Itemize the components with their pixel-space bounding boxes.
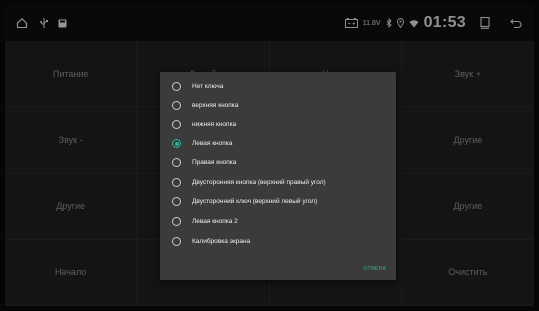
option-label: верхняя кнопка bbox=[192, 102, 239, 109]
key-select-dialog: Нет ключа верхняя кнопка нижняя кнопка Л… bbox=[160, 72, 396, 280]
option-label: нижняя кнопка bbox=[192, 121, 237, 128]
option-screen-calibration[interactable]: Калибровка экрана bbox=[160, 232, 396, 251]
radio-icon[interactable] bbox=[172, 237, 181, 246]
option-bottom-button[interactable]: нижняя кнопка bbox=[160, 115, 396, 134]
option-label: Двусторонняя кнопка (верхний правый угол… bbox=[192, 179, 326, 186]
radio-icon[interactable] bbox=[172, 217, 181, 226]
radio-icon[interactable] bbox=[172, 197, 181, 206]
cancel-button[interactable]: ОТМЕНА bbox=[361, 264, 388, 274]
option-top-button[interactable]: верхняя кнопка bbox=[160, 96, 396, 115]
radio-icon[interactable] bbox=[172, 82, 181, 91]
option-no-key[interactable]: Нет ключа bbox=[160, 77, 396, 96]
option-label: Двусторонний ключ (верхний левый угол) bbox=[192, 198, 318, 205]
option-left-button[interactable]: Левая кнопка bbox=[160, 134, 396, 153]
option-right-button[interactable]: Правая кнопка bbox=[160, 153, 396, 172]
radio-icon[interactable] bbox=[172, 158, 181, 167]
radio-selected-icon[interactable] bbox=[172, 139, 181, 148]
option-label: Калибровка экрана bbox=[192, 238, 251, 245]
option-left-button-2[interactable]: Левая кнопка 2 bbox=[160, 212, 396, 231]
option-dual-top-left[interactable]: Двусторонний ключ (верхний левый угол) bbox=[160, 192, 396, 211]
option-label: Левая кнопка 2 bbox=[192, 218, 238, 225]
option-label: Правая кнопка bbox=[192, 159, 237, 166]
option-label: Нет ключа bbox=[192, 83, 224, 90]
radio-icon[interactable] bbox=[172, 178, 181, 187]
radio-icon[interactable] bbox=[172, 101, 181, 110]
option-label: Левая кнопка bbox=[192, 140, 233, 147]
radio-icon[interactable] bbox=[172, 120, 181, 129]
option-dual-top-right[interactable]: Двусторонняя кнопка (верхний правый угол… bbox=[160, 173, 396, 192]
